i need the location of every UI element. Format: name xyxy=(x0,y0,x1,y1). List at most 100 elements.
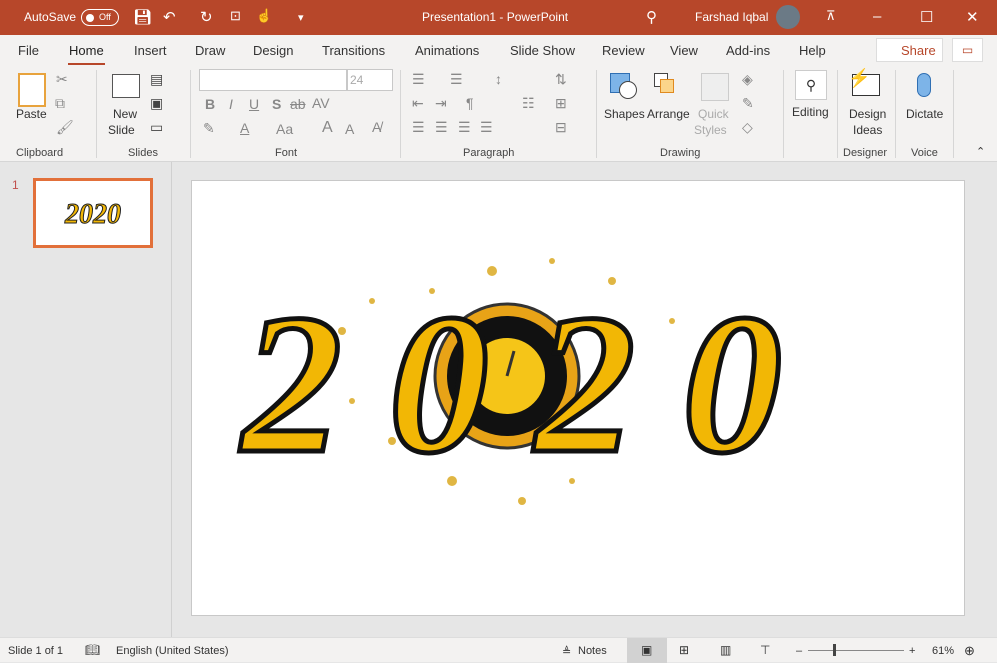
tab-animations[interactable]: Animations xyxy=(415,43,479,58)
language[interactable]: English (United States) xyxy=(116,645,229,657)
grow-font-button[interactable]: A xyxy=(322,119,333,137)
notes-icon[interactable]: ≜ xyxy=(562,645,571,658)
change-case-button[interactable]: Aa xyxy=(276,121,293,137)
tab-design[interactable]: Design xyxy=(253,43,293,58)
shrink-font-button[interactable]: A xyxy=(345,121,354,137)
zoom-level[interactable]: 61% xyxy=(932,645,954,657)
quick-styles-button[interactable]: Quick xyxy=(698,107,729,121)
2020-clock-image[interactable]: 2020 xyxy=(192,181,966,617)
align-text-icon[interactable]: ⊞ xyxy=(555,95,567,112)
copy-icon[interactable]: ⧉ xyxy=(55,95,65,112)
shape-outline-icon[interactable]: ✎ xyxy=(742,95,754,112)
reading-view-icon[interactable]: ▥ xyxy=(720,643,731,657)
bold-button[interactable]: B xyxy=(205,96,215,112)
minimize-icon[interactable]: – xyxy=(873,8,881,25)
slide-sorter-icon[interactable]: ⊞ xyxy=(679,643,689,657)
editing-button[interactable]: Editing xyxy=(792,105,829,119)
zoom-slider[interactable] xyxy=(808,650,904,651)
new-slide-label[interactable]: Slide xyxy=(108,123,135,137)
close-icon[interactable]: ✕ xyxy=(966,8,979,26)
increase-indent-icon[interactable]: ⇥ xyxy=(435,95,447,112)
columns-icon[interactable]: ☷ xyxy=(522,95,535,112)
tab-transitions[interactable]: Transitions xyxy=(322,43,385,58)
font-size-input[interactable]: 24 xyxy=(347,69,393,91)
undo-icon[interactable]: ↶ xyxy=(163,8,176,26)
clear-formatting-icon[interactable]: A̸ xyxy=(372,119,381,135)
highlight-icon[interactable]: ✎ xyxy=(203,120,215,137)
search-icon[interactable]: ⚲ xyxy=(646,8,657,26)
font-name-input[interactable] xyxy=(199,69,347,91)
autosave-toggle[interactable]: Off xyxy=(81,9,119,26)
paste-button[interactable]: Paste xyxy=(16,107,47,121)
slide-thumbnail[interactable]: 2020 xyxy=(33,178,153,248)
decrease-indent-icon[interactable]: ⇤ xyxy=(412,95,424,112)
zoom-out-button[interactable]: – xyxy=(796,645,802,657)
ribbon: Paste ✂ ⧉ 🖌︎ Clipboard New Slide ▤ ▣ ▭ S… xyxy=(0,65,997,162)
new-slide-button[interactable]: New xyxy=(113,107,137,121)
reset-icon[interactable]: ▣ xyxy=(150,95,163,112)
arrange-button[interactable]: Arrange xyxy=(647,107,690,121)
slide-canvas[interactable]: 2020 xyxy=(191,180,965,616)
shadow-button[interactable]: S xyxy=(272,96,281,112)
font-color-icon[interactable]: A xyxy=(240,120,249,136)
line-spacing-icon[interactable]: ↕ xyxy=(495,71,502,87)
char-spacing-button[interactable]: AV xyxy=(312,95,330,111)
group-font: Font xyxy=(275,147,298,159)
tab-add-ins[interactable]: Add-ins xyxy=(726,43,770,58)
italic-button[interactable]: I xyxy=(229,96,233,112)
text-direction-icon[interactable]: ⇅ xyxy=(555,71,567,88)
tab-help[interactable]: Help xyxy=(799,43,826,58)
normal-view-button[interactable]: ▣ xyxy=(627,638,667,663)
tab-draw[interactable]: Draw xyxy=(195,43,225,58)
numbering-icon[interactable]: ☰ xyxy=(450,71,463,88)
tab-view[interactable]: View xyxy=(670,43,698,58)
ribbon-display-icon[interactable]: ⊼ xyxy=(826,8,836,24)
touch-mode-icon[interactable]: ☝ xyxy=(256,8,272,24)
shape-effects-icon[interactable]: ◇ xyxy=(742,119,753,136)
bullets-icon[interactable]: ☰ xyxy=(412,71,425,88)
section-icon[interactable]: ▭ xyxy=(150,119,163,136)
share-button[interactable]: Share xyxy=(876,38,943,62)
group-voice: Voice xyxy=(911,147,938,159)
customize-toolbar-icon[interactable]: ▾ xyxy=(298,11,304,24)
comments-button[interactable]: ▭ xyxy=(952,38,983,62)
redo-icon[interactable]: ↻ xyxy=(200,8,213,26)
dictate-button[interactable]: Dictate xyxy=(906,107,943,121)
shapes-button[interactable]: Shapes xyxy=(604,107,645,121)
align-center-icon[interactable]: ☰ xyxy=(435,119,448,136)
tab-insert[interactable]: Insert xyxy=(134,43,167,58)
collapse-ribbon-icon[interactable]: ⌃ xyxy=(976,145,985,158)
align-left-icon[interactable]: ☰ xyxy=(412,119,425,136)
tab-file[interactable]: File xyxy=(18,43,39,58)
cut-icon[interactable]: ✂ xyxy=(56,71,68,88)
layout-icon[interactable]: ▤ xyxy=(150,71,163,88)
present-icon[interactable]: ⊡ xyxy=(230,8,241,24)
notes-button[interactable]: Notes xyxy=(578,645,607,657)
format-painter-icon[interactable]: 🖌︎ xyxy=(56,119,74,136)
underline-button[interactable]: U xyxy=(249,96,259,112)
avatar[interactable] xyxy=(776,5,800,29)
ribbon-tabs: File Home Insert Draw Design Transitions… xyxy=(0,35,997,66)
tab-home[interactable]: Home xyxy=(68,43,105,66)
slideshow-icon[interactable]: ⊤ xyxy=(760,643,770,657)
smartart-icon[interactable]: ⊟ xyxy=(555,119,567,136)
normal-view-icon: ▣ xyxy=(641,643,653,657)
maximize-icon[interactable]: ☐ xyxy=(920,8,933,26)
design-ideas-label[interactable]: Ideas xyxy=(853,123,882,137)
tab-slide-show[interactable]: Slide Show xyxy=(510,43,575,58)
title-bar: AutoSave Off 💾︎ ↶ ↻ ⊡ ☝ ▾ Presentation1 … xyxy=(0,0,997,35)
quick-styles-label[interactable]: Styles xyxy=(694,123,727,137)
strikethrough-button[interactable]: ab xyxy=(290,96,306,112)
zoom-in-button[interactable]: + xyxy=(909,645,915,657)
fit-to-window-icon[interactable]: ⊕ xyxy=(964,643,975,659)
spelling-icon[interactable]: 📖︎ xyxy=(85,643,100,657)
tab-review[interactable]: Review xyxy=(602,43,645,58)
ltr-icon[interactable]: ¶ xyxy=(466,95,474,111)
shape-fill-icon[interactable]: ◈ xyxy=(742,71,753,88)
design-ideas-button[interactable]: Design xyxy=(849,107,886,121)
align-right-icon[interactable]: ☰ xyxy=(458,119,471,136)
save-icon[interactable]: 💾︎ xyxy=(133,8,152,26)
justify-icon[interactable]: ☰ xyxy=(480,119,493,136)
zoom-slider-thumb[interactable] xyxy=(833,644,836,656)
slide-counter: Slide 1 of 1 xyxy=(8,645,64,657)
